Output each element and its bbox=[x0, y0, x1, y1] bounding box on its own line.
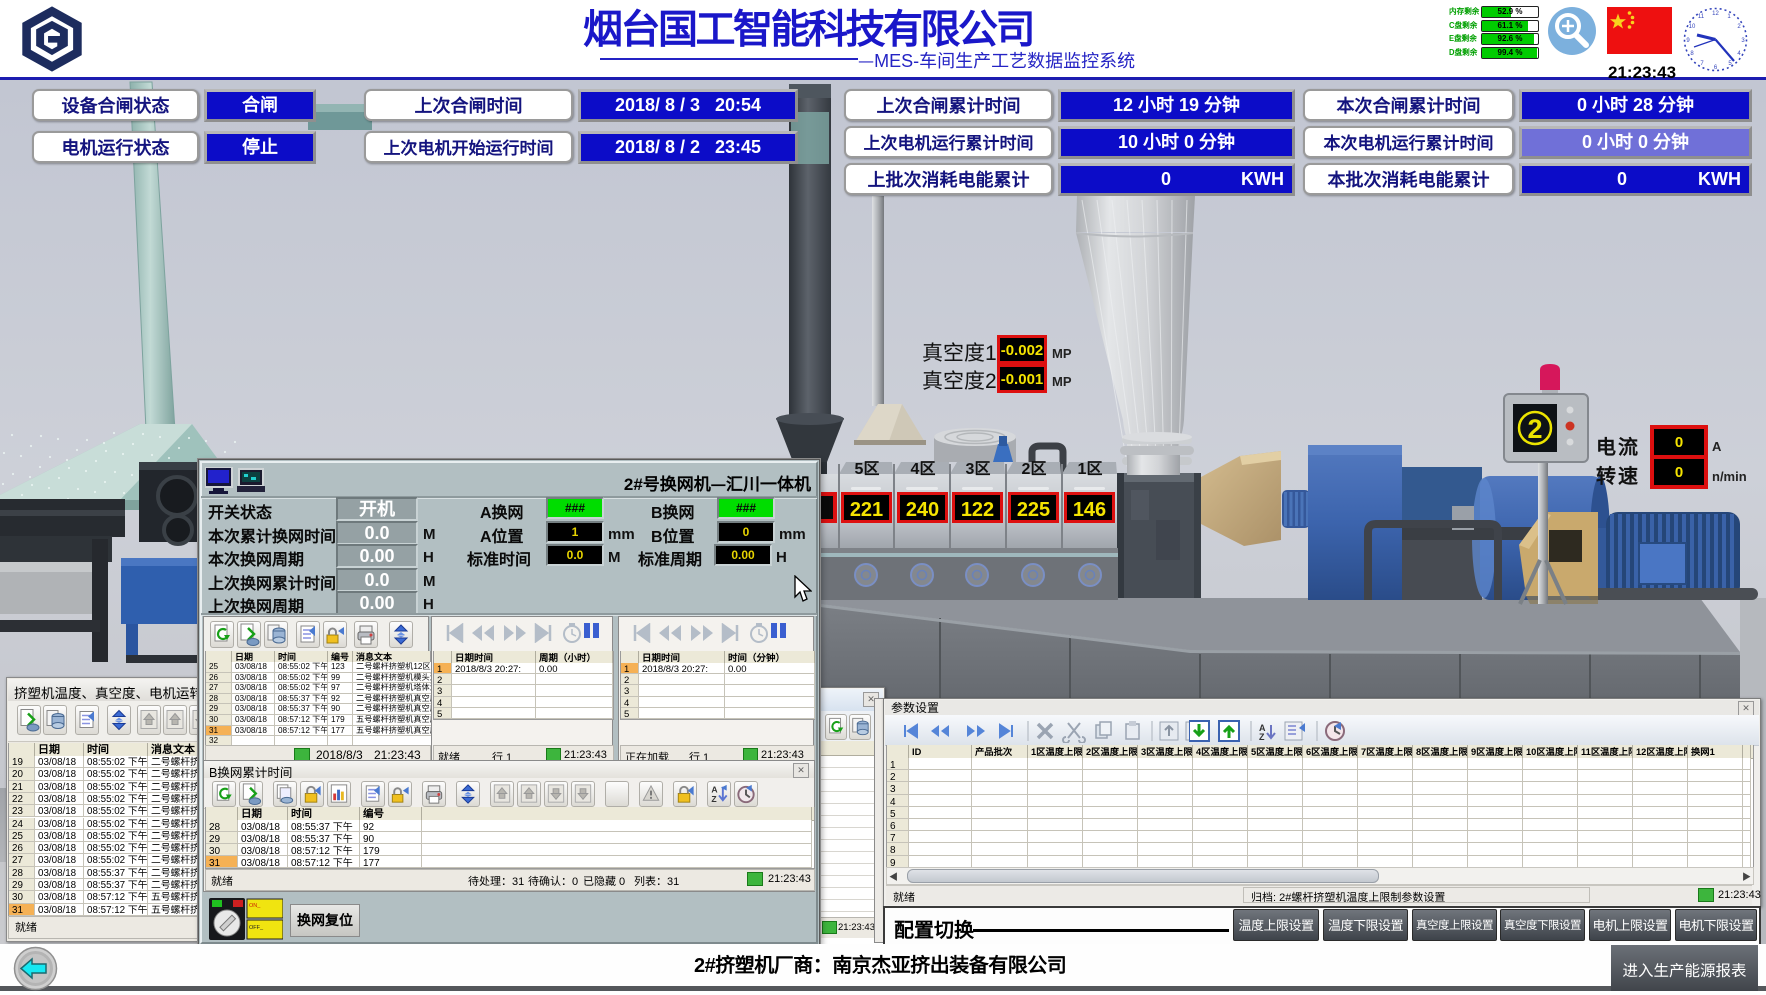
svg-text:ON_: ON_ bbox=[249, 903, 261, 909]
svg-text:2: 2 bbox=[1527, 414, 1542, 444]
svg-text:Z: Z bbox=[711, 794, 717, 804]
svg-text:A: A bbox=[711, 785, 717, 795]
svg-text:Z: Z bbox=[1259, 732, 1265, 742]
svg-text:OFF_: OFF_ bbox=[249, 925, 264, 931]
